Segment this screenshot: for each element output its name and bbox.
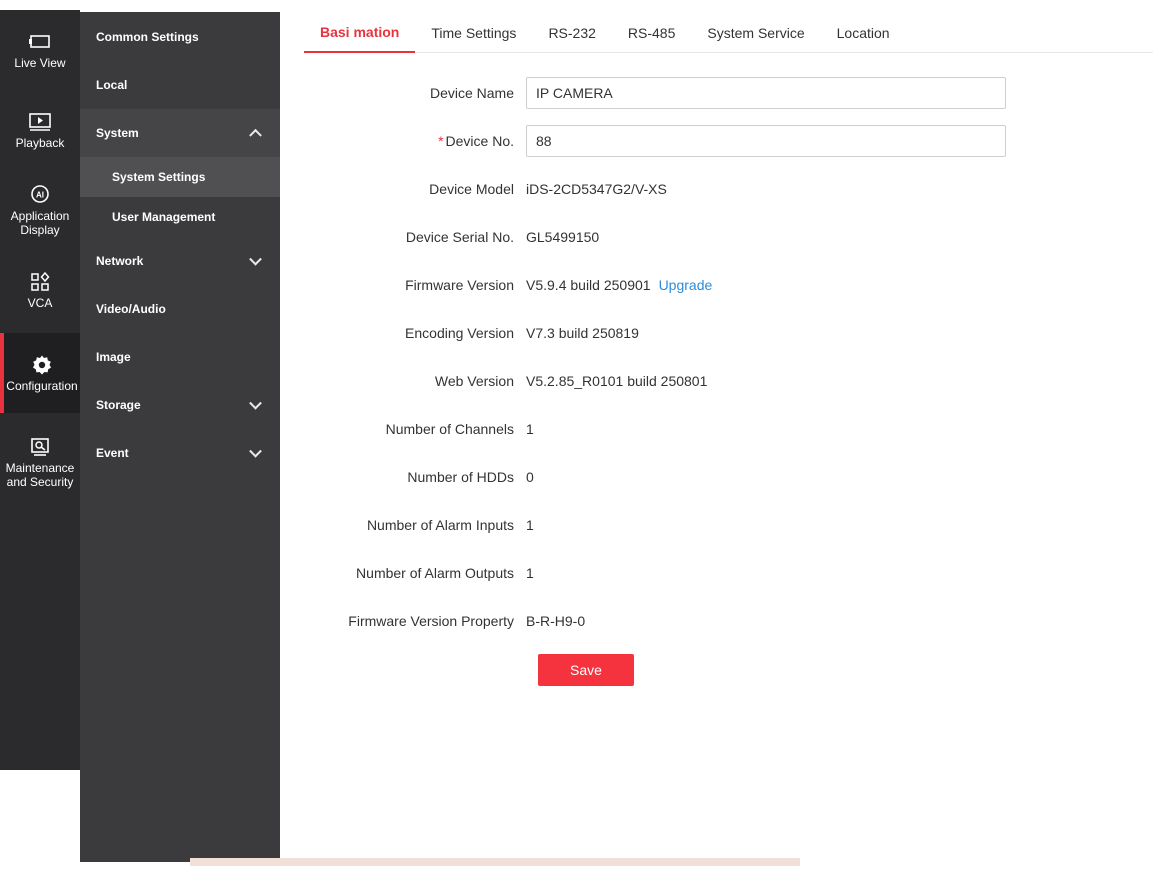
device-no-label-wrap: * Device No. [280,133,526,149]
nav-rail: Live View Playback AI Application Displa… [0,10,80,770]
maintenance-icon [28,436,52,458]
submenu-label: Local [96,78,128,92]
row-alarm-outputs: Number of Alarm Outputs 1 [280,556,1153,590]
tab-bar: Basi mation Time Settings RS-232 RS-485 … [304,12,1153,53]
row-web-version: Web Version V5.2.85_R0101 build 250801 [280,364,1153,398]
required-marker: * [438,133,444,149]
device-model-label: Device Model [429,181,514,197]
gear-icon [30,354,54,376]
rail-item-maintenance[interactable]: Maintenance and Security [0,422,80,502]
encoding-label: Encoding Version [405,325,514,341]
row-hdds: Number of HDDs 0 [280,460,1153,494]
rail-item-configuration[interactable]: Configuration [0,333,80,413]
row-alarm-inputs: Number of Alarm Inputs 1 [280,508,1153,542]
submenu-label: Storage [96,398,141,412]
device-name-input[interactable] [526,77,1006,109]
device-no-label: Device No. [445,133,514,149]
submenu-network[interactable]: Network [80,237,280,285]
ai-icon: AI [28,184,52,206]
tab-time-settings[interactable]: Time Settings [415,12,532,53]
submenu-system[interactable]: System [80,109,280,157]
rail-label: Configuration [6,378,78,393]
channels-label: Number of Channels [385,421,514,437]
row-channels: Number of Channels 1 [280,412,1153,446]
live-view-icon [28,31,52,53]
submenu-label: Video/Audio [96,302,166,316]
rail-label: VCA [27,295,53,310]
channels-value: 1 [526,421,534,437]
chevron-down-icon [249,444,262,458]
svg-text:AI: AI [36,190,44,199]
submenu-common-settings[interactable]: Common Settings [80,13,280,61]
row-serial: Device Serial No. GL5499150 [280,220,1153,254]
submenu-label: System [96,126,139,140]
submenu-label: System Settings [112,170,206,184]
tab-location[interactable]: Location [821,12,906,53]
row-device-model: Device Model iDS-2CD5347G2/V-XS [280,172,1153,206]
device-name-label: Device Name [429,85,514,101]
tab-rs-485[interactable]: RS-485 [612,12,691,53]
screenshot-edge [190,858,800,866]
alarm-outputs-value: 1 [526,565,534,581]
submenu-local[interactable]: Local [80,61,280,109]
row-fw-property: Firmware Version Property B-R-H9-0 [280,604,1153,638]
rail-item-live-view[interactable]: Live View [0,10,80,90]
row-device-no: * Device No. [280,124,1153,158]
submenu-label: Network [96,254,144,268]
web-version-value: V5.2.85_R0101 build 250801 [526,373,708,389]
firmware-value: V5.9.4 build 250901 [526,277,651,293]
chevron-down-icon [249,396,262,410]
submenu-event[interactable]: Event [80,429,280,477]
rail-item-playback[interactable]: Playback [0,90,80,170]
submenu-user-management[interactable]: User Management [80,197,280,237]
serial-value: GL5499150 [526,229,600,245]
submenu-image[interactable]: Image [80,333,280,381]
submenu-system-settings[interactable]: System Settings [80,157,280,197]
rail-label: Application Display [10,208,70,237]
fw-property-label: Firmware Version Property [348,613,514,629]
hdds-label: Number of HDDs [407,469,514,485]
rail-item-application-display[interactable]: AI Application Display [0,170,80,250]
vca-icon [28,271,52,293]
submenu-video-audio[interactable]: Video/Audio [80,285,280,333]
submenu-storage[interactable]: Storage [80,381,280,429]
alarm-outputs-label: Number of Alarm Outputs [356,565,514,581]
playback-icon [28,111,52,133]
upgrade-link[interactable]: Upgrade [659,277,713,293]
tab-rs-232[interactable]: RS-232 [532,12,611,53]
main-panel: Basi mation Time Settings RS-232 RS-485 … [280,12,1153,862]
hdds-value: 0 [526,469,534,485]
alarm-inputs-label: Number of Alarm Inputs [366,517,514,533]
firmware-label: Firmware Version [405,277,514,293]
rail-item-vca[interactable]: VCA [0,250,80,330]
device-no-input[interactable] [526,125,1006,157]
submenu-label: Event [96,446,129,460]
save-button[interactable]: Save [538,654,634,686]
rail-label: Live View [14,55,66,70]
submenu-label: Common Settings [96,30,199,44]
submenu-label: Image [96,350,131,364]
serial-label: Device Serial No. [405,229,514,245]
fw-property-value: B-R-H9-0 [526,613,586,629]
chevron-down-icon [249,252,262,266]
row-device-name: Device Name [280,76,1153,110]
row-encoding: Encoding Version V7.3 build 250819 [280,316,1153,350]
config-submenu: Common Settings Local System System Sett… [80,12,280,862]
device-model-value: iDS-2CD5347G2/V-XS [526,181,667,197]
chevron-up-icon [249,128,262,142]
app-window: Live View Playback AI Application Displa… [0,0,1163,876]
row-firmware: Firmware Version V5.9.4 build 250901 Upg… [280,268,1153,302]
submenu-label: User Management [112,210,216,224]
alarm-inputs-value: 1 [526,517,534,533]
tab-basic-information[interactable]: Basi mation [304,12,416,53]
rail-label: Playback [15,135,65,150]
rail-label: Maintenance and Security [5,460,75,489]
tab-system-service[interactable]: System Service [691,12,820,53]
web-version-label: Web Version [434,373,514,389]
encoding-value: V7.3 build 250819 [526,325,639,341]
